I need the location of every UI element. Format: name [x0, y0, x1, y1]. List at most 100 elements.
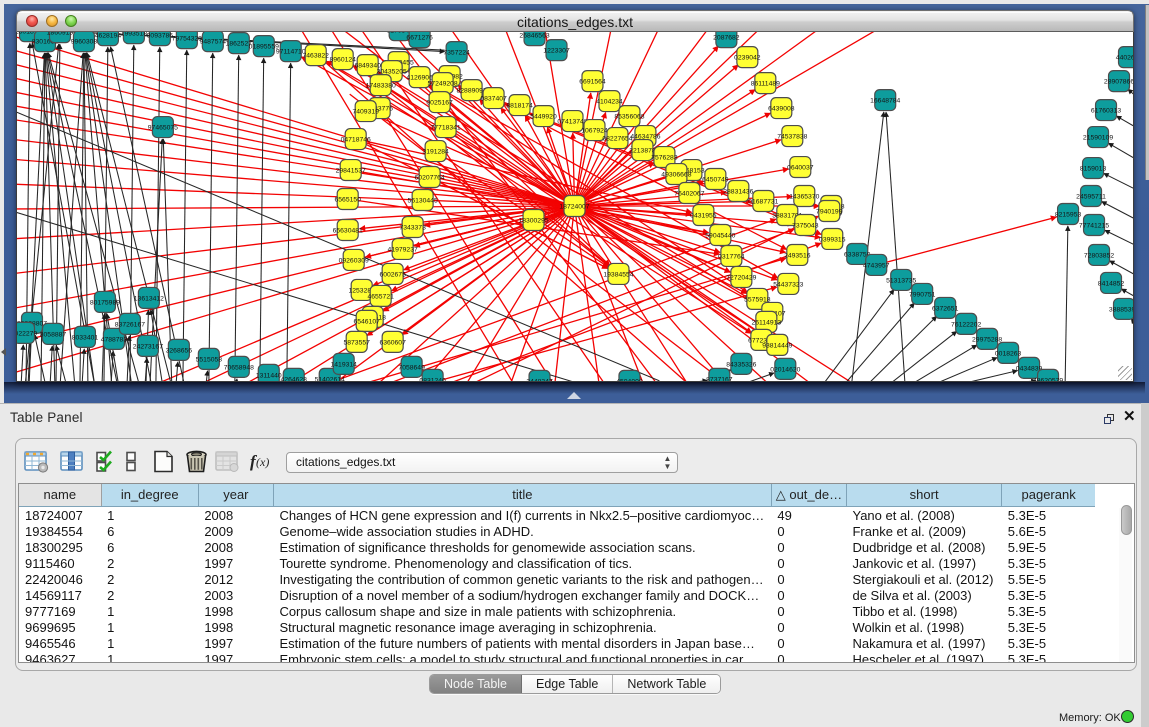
svg-text:49306668: 49306668	[661, 172, 691, 179]
svg-text:56130445: 56130445	[408, 198, 438, 205]
svg-text:5515058: 5515058	[196, 356, 223, 363]
svg-text:1860913: 1860913	[47, 32, 74, 37]
svg-text:28907866: 28907866	[1104, 79, 1133, 86]
svg-text:0025167: 0025167	[426, 100, 453, 107]
svg-text:3191284: 3191284	[422, 149, 449, 156]
svg-text:1067924: 1067924	[581, 128, 608, 135]
svg-text:7343373: 7343373	[399, 224, 426, 231]
svg-text:6002675: 6002675	[379, 271, 406, 278]
svg-text:76122202: 76122202	[951, 321, 981, 328]
svg-text:54437323: 54437323	[773, 281, 803, 288]
svg-text:7463822: 7463822	[303, 53, 330, 60]
svg-text:0640037: 0640037	[787, 165, 814, 172]
svg-text:57249208: 57249208	[428, 81, 458, 88]
svg-text:93814449: 93814449	[762, 342, 792, 349]
svg-text:8215953: 8215953	[1055, 211, 1082, 218]
svg-text:28831436: 28831436	[723, 189, 753, 196]
svg-text:0831240: 0831240	[419, 377, 446, 381]
svg-text:29975288: 29975288	[972, 336, 1002, 343]
svg-text:7058649: 7058649	[398, 364, 425, 371]
svg-text:4402685: 4402685	[1116, 55, 1133, 62]
svg-text:4104234: 4104234	[596, 99, 623, 106]
svg-text:0018263: 0018263	[995, 350, 1022, 357]
svg-text:77741215: 77741215	[1079, 222, 1109, 229]
svg-text:13613412: 13613412	[134, 295, 164, 302]
svg-text:85356068: 85356068	[614, 114, 644, 121]
svg-text:7940199: 7940199	[816, 208, 843, 215]
svg-text:51402614: 51402614	[315, 376, 345, 381]
svg-text:77718341: 77718341	[431, 125, 461, 132]
svg-text:4655721: 4655721	[367, 293, 394, 300]
svg-text:01895559: 01895559	[249, 44, 279, 51]
svg-text:61760313: 61760313	[1091, 108, 1121, 115]
svg-text:4788783: 4788783	[101, 336, 128, 343]
svg-text:1223307: 1223307	[543, 48, 570, 55]
svg-text:7409319: 7409319	[352, 109, 379, 116]
svg-text:83726167: 83726167	[115, 321, 145, 328]
svg-text:2493516: 2493516	[784, 252, 811, 259]
svg-text:1419314: 1419314	[331, 361, 358, 368]
svg-text:72720429: 72720429	[726, 274, 756, 281]
svg-text:8737167: 8737167	[706, 376, 733, 381]
svg-text:24595711: 24595711	[1076, 194, 1106, 201]
svg-text:07413748: 07413748	[557, 119, 587, 126]
svg-text:38885393: 38885393	[1109, 306, 1133, 313]
svg-text:7357224: 7357224	[443, 50, 470, 57]
svg-text:9487574: 9487574	[200, 39, 227, 46]
svg-text:2213878: 2213878	[629, 148, 656, 155]
svg-text:70658948: 70658948	[224, 364, 254, 371]
svg-text:8159013: 8159013	[1080, 166, 1107, 173]
svg-text:5449920: 5449920	[530, 114, 557, 121]
svg-text:1311440: 1311440	[256, 372, 282, 379]
svg-text:51313735: 51313735	[886, 277, 916, 284]
svg-text:18300295: 18300295	[518, 217, 548, 224]
svg-text:29841537: 29841537	[336, 168, 366, 175]
svg-text:60207764: 60207764	[415, 175, 445, 182]
svg-text:80175989: 80175989	[90, 299, 120, 306]
svg-text:7576283: 7576283	[651, 155, 678, 162]
svg-text:8058887: 8058887	[40, 331, 67, 338]
svg-text:6439008: 6439008	[768, 106, 795, 113]
svg-text:21590109: 21590109	[1083, 135, 1113, 142]
svg-text:4628194: 4628194	[95, 33, 122, 40]
svg-text:01687731: 01687731	[748, 199, 778, 206]
svg-text:8414852: 8414852	[1098, 280, 1125, 287]
svg-text:6671276: 6671276	[406, 35, 433, 42]
svg-text:8033401: 8033401	[72, 334, 99, 341]
svg-text:7375043: 7375043	[792, 222, 819, 229]
svg-text:6450749: 6450749	[702, 177, 729, 184]
svg-text:19384554: 19384554	[603, 271, 633, 278]
svg-text:14365370: 14365370	[789, 194, 819, 201]
svg-text:16648784: 16648784	[870, 98, 900, 105]
svg-text:08227654: 08227654	[602, 136, 632, 143]
svg-text:76402067: 76402067	[674, 191, 704, 198]
svg-text:17483380: 17483380	[366, 83, 396, 90]
svg-text:0431955: 0431955	[690, 212, 717, 219]
svg-text:0239042: 0239042	[734, 55, 761, 62]
svg-text:48620579: 48620579	[1033, 377, 1063, 381]
svg-text:84335326: 84335326	[726, 361, 756, 368]
svg-text:4743957: 4743957	[863, 262, 890, 269]
svg-text:59045440: 59045440	[705, 232, 735, 239]
svg-text:0837407: 0837407	[480, 96, 507, 103]
svg-text:6372651: 6372651	[932, 305, 959, 312]
svg-text:0317764: 0317764	[718, 253, 745, 260]
svg-text:09260309: 09260309	[339, 257, 369, 264]
svg-text:72803852: 72803852	[1084, 252, 1114, 259]
svg-text:82889093: 82889093	[457, 88, 487, 95]
svg-text:4504000: 4504000	[616, 378, 643, 381]
svg-text:6360607: 6360607	[379, 339, 406, 346]
svg-text:4264628: 4264628	[281, 376, 308, 381]
svg-text:6691564: 6691564	[579, 79, 606, 86]
svg-text:26114913: 26114913	[751, 319, 781, 326]
svg-text:8960124: 8960124	[330, 57, 357, 64]
svg-text:65630481: 65630481	[333, 227, 363, 234]
svg-text:3268656: 3268656	[166, 347, 193, 354]
svg-text:(x): (x)	[256, 455, 269, 469]
svg-text:26846563: 26846563	[519, 33, 549, 40]
svg-text:5873557: 5873557	[343, 339, 370, 346]
svg-text:04718746: 04718746	[341, 137, 371, 144]
svg-text:86111489: 86111489	[751, 81, 780, 88]
svg-text:9022279: 9022279	[17, 330, 37, 337]
svg-text:97114710: 97114710	[276, 49, 306, 56]
